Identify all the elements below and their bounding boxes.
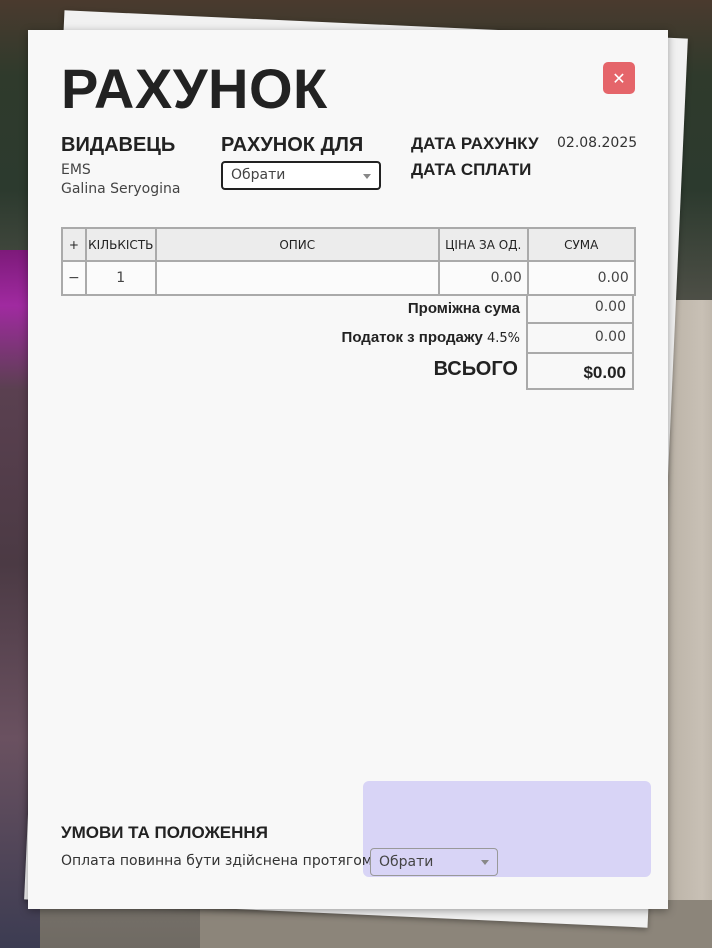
- payment-term-selected-value: Обрати: [379, 854, 434, 870]
- amount-value: 0.00: [526, 260, 636, 296]
- total-value: $0.00: [526, 352, 634, 390]
- terms-label: УМОВИ ТА ПОЛОЖЕННЯ: [61, 823, 268, 842]
- subtotal-label: Проміжна сума: [407, 300, 520, 317]
- column-header-amount: СУМА: [526, 227, 636, 262]
- add-row-button[interactable]: +: [61, 227, 87, 262]
- total-label: ВСЬОГО: [433, 358, 518, 380]
- issuer-org: EMS: [61, 162, 91, 178]
- invoice-title: РАХУНОК: [61, 57, 328, 120]
- chevron-down-icon: [363, 174, 371, 179]
- tax-label: Податок з продажу: [341, 329, 483, 346]
- table-header-row: + КІЛЬКІСТЬ ОПИС ЦІНА ЗА ОД. СУМА: [61, 227, 636, 262]
- due-date-label: ДАТА СПЛАТИ: [411, 160, 532, 179]
- close-button[interactable]: ✕: [603, 62, 635, 94]
- column-header-qty: КІЛЬКІСТЬ: [84, 227, 157, 262]
- items-table: + КІЛЬКІСТЬ ОПИС ЦІНА ЗА ОД. СУМА − 1 0.…: [61, 227, 636, 296]
- tax-value: 0.00: [526, 324, 634, 354]
- description-input[interactable]: [154, 260, 440, 296]
- bill-to-selected-value: Обрати: [231, 167, 286, 183]
- issuer-label: ВИДАВЕЦЬ: [61, 134, 176, 156]
- column-header-price: ЦІНА ЗА ОД.: [437, 227, 529, 262]
- tax-label-group: Податок з продажу 4.5%: [278, 329, 520, 346]
- price-input[interactable]: 0.00: [437, 260, 529, 296]
- invoice-date-label: ДАТА РАХУНКУ: [411, 134, 539, 153]
- bill-to-select[interactable]: Обрати: [221, 161, 381, 190]
- tax-rate: 4.5%: [486, 331, 520, 346]
- subtotal-value: 0.00: [526, 294, 634, 324]
- payment-term-select[interactable]: Обрати: [370, 848, 498, 876]
- table-row: − 1 0.00 0.00: [61, 260, 636, 296]
- invoice-paper: РАХУНОК ✕ ВИДАВЕЦЬ EMS Galina Seryogina …: [28, 30, 668, 909]
- close-icon: ✕: [612, 68, 626, 88]
- column-header-desc: ОПИС: [154, 227, 440, 262]
- invoice-date-value: 02.08.2025: [557, 135, 638, 151]
- chevron-down-icon: [481, 860, 489, 865]
- qty-input[interactable]: 1: [84, 260, 157, 296]
- terms-text: Оплата повинна бути здійснена протягом: [61, 853, 373, 869]
- remove-row-button[interactable]: −: [61, 260, 87, 296]
- bill-to-label: РАХУНОК ДЛЯ: [221, 134, 364, 156]
- issuer-name: Galina Seryogina: [61, 181, 181, 197]
